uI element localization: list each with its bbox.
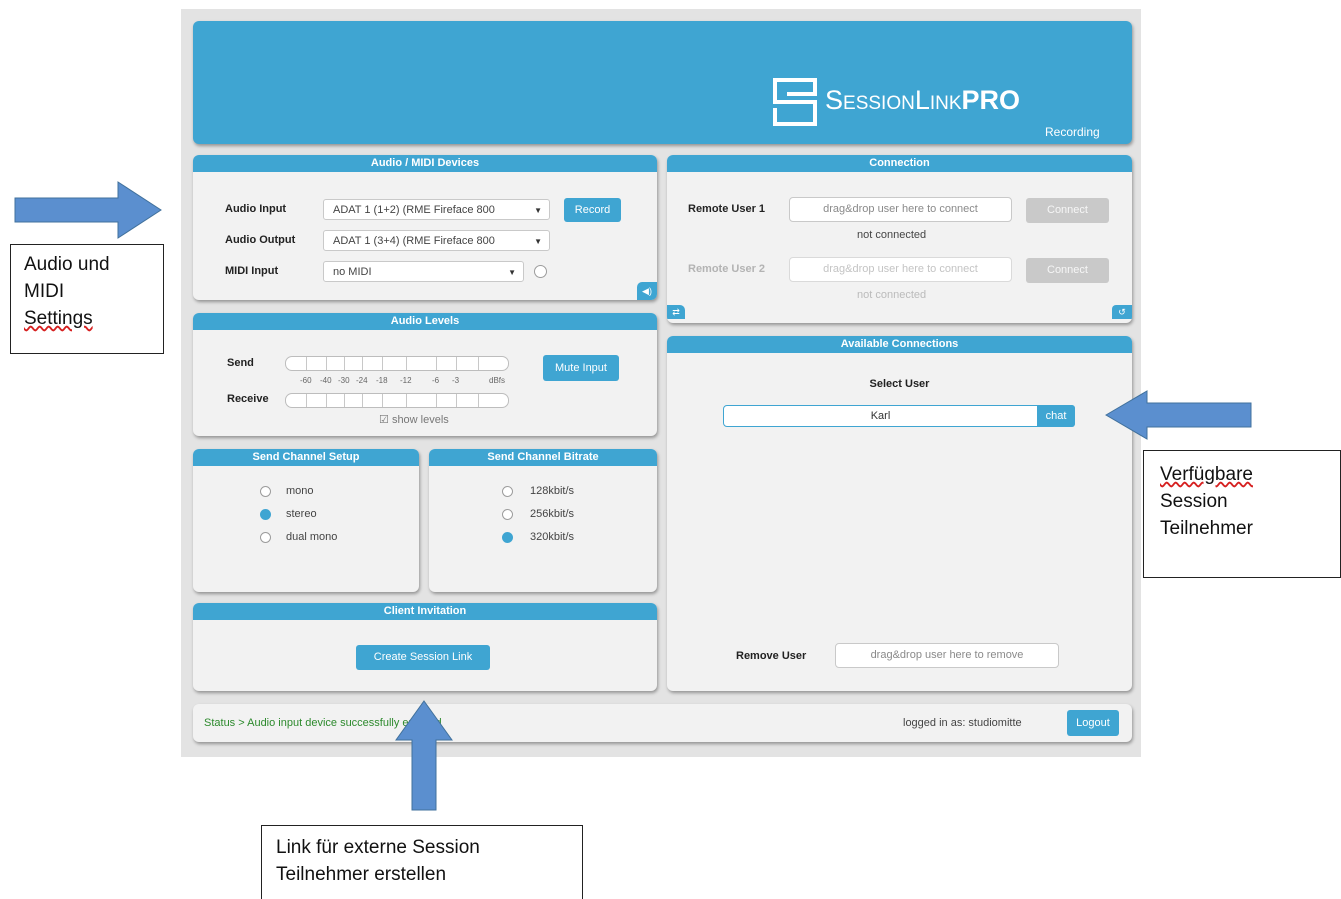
note-audio-midi: Audio und MIDI Settings: [10, 244, 164, 354]
show-levels-checkbox[interactable]: ☑ show levels: [379, 413, 449, 426]
user-name: Karl: [870, 410, 891, 422]
scale-label: dBfs: [489, 376, 506, 385]
chevron-down-icon: ▼: [534, 237, 542, 246]
midi-input-select[interactable]: no MIDI ▼: [323, 261, 524, 282]
show-levels-label: show levels: [391, 414, 449, 426]
status-bar: Status > Audio input device successfully…: [193, 704, 1132, 742]
radio-icon: [502, 486, 513, 497]
select-user-label: Select User: [869, 378, 930, 390]
scale-label: -40: [320, 376, 332, 385]
note-available: Verfügbare Session Teilnehmer: [1143, 450, 1341, 578]
levels-panel: Audio Levels Send -60 -40 -30 -24 -18 -1…: [193, 313, 657, 436]
devices-panel: Audio / MIDI Devices Audio Input ADAT 1 …: [193, 155, 657, 300]
remove-user-label: Remove User: [736, 650, 807, 662]
checkbox-checked-icon: ☑: [379, 414, 389, 426]
scale-label: -6: [432, 376, 440, 385]
levels-title: Audio Levels: [193, 313, 657, 330]
radio-icon: [260, 486, 271, 497]
bitrate-panel: Send Channel Bitrate 128kbit/s 256kbit/s…: [429, 449, 657, 592]
remove-user-dropzone[interactable]: drag&drop user here to remove: [835, 643, 1059, 668]
arrow-left-icon: [1105, 390, 1252, 440]
midi-activity-indicator: [534, 265, 547, 278]
connection-title: Connection: [667, 155, 1132, 172]
note-link: Link für externe Session Teilnehmer erst…: [261, 825, 583, 899]
audio-input-label: Audio Input: [225, 203, 287, 215]
available-panel: Available Connections Select User Karl c…: [667, 336, 1132, 691]
devices-title: Audio / MIDI Devices: [193, 155, 657, 172]
radio-selected-icon: [502, 532, 513, 543]
scale-label: -60: [300, 376, 312, 385]
channel-setup-panel: Send Channel Setup mono stereo dual mono: [193, 449, 419, 592]
scale-label: -3: [452, 376, 460, 385]
audio-output-label: Audio Output: [225, 234, 296, 246]
send-label: Send: [227, 357, 254, 369]
logo-mark: [773, 78, 817, 126]
scale-label: -12: [400, 376, 412, 385]
remote-user-1-dropzone[interactable]: drag&drop user here to connect: [789, 197, 1012, 222]
arrow-right-icon: [14, 181, 162, 239]
app-header: SESSIONLINKPRO Recording: [193, 21, 1132, 144]
invitation-title: Client Invitation: [193, 603, 657, 620]
logo-text: SESSIONLINKPRO: [825, 85, 1021, 115]
swap-icon[interactable]: ⇄: [667, 305, 685, 319]
invitation-panel: Client Invitation Create Session Link: [193, 603, 657, 691]
scale-label: -18: [376, 376, 388, 385]
remote-user-2-dropzone[interactable]: drag&drop user here to connect: [789, 257, 1012, 282]
send-meter: [285, 356, 509, 371]
meter-scale: -60 -40 -30 -24 -18 -12 -6 -3 dBfs: [285, 376, 545, 386]
scale-label: -24: [356, 376, 368, 385]
logout-button[interactable]: Logout: [1067, 710, 1119, 736]
arrow-up-icon: [395, 700, 453, 811]
chat-button[interactable]: chat: [1037, 405, 1075, 427]
bitrate-title: Send Channel Bitrate: [429, 449, 657, 466]
audio-output-select[interactable]: ADAT 1 (3+4) (RME Fireface 800 ▼: [323, 230, 550, 251]
connection-panel: Connection Remote User 1 drag&drop user …: [667, 155, 1132, 323]
mute-input-button[interactable]: Mute Input: [543, 355, 619, 381]
radio-icon: [502, 509, 513, 520]
available-title: Available Connections: [667, 336, 1132, 353]
scale-label: -30: [338, 376, 350, 385]
record-button[interactable]: Record: [564, 198, 621, 222]
midi-input-label: MIDI Input: [225, 265, 279, 277]
remote-user-1-status: not connected: [857, 229, 927, 241]
create-session-link-button[interactable]: Create Session Link: [356, 645, 490, 670]
remote-user-2-status: not connected: [857, 289, 927, 301]
chevron-down-icon: ▼: [508, 268, 516, 277]
chevron-down-icon: ▼: [534, 206, 542, 215]
logo-subtitle: Recording: [1045, 125, 1100, 139]
connect-button-1[interactable]: Connect: [1026, 198, 1109, 223]
audio-input-select[interactable]: ADAT 1 (1+2) (RME Fireface 800 ▼: [323, 199, 550, 220]
remote-user-2-label: Remote User 2: [688, 263, 766, 275]
connect-button-2[interactable]: Connect: [1026, 258, 1109, 283]
reset-icon[interactable]: ↺: [1112, 305, 1132, 319]
user-list-item[interactable]: Karl chat: [723, 405, 1075, 427]
receive-label: Receive: [227, 393, 269, 405]
logged-in-text: logged in as: studiomitte: [903, 717, 1022, 729]
channel-setup-title: Send Channel Setup: [193, 449, 419, 466]
receive-meter: [285, 393, 509, 408]
radio-icon: [260, 532, 271, 543]
remote-user-1-label: Remote User 1: [688, 203, 766, 215]
radio-selected-icon: [260, 509, 271, 520]
speaker-icon[interactable]: ◀): [637, 282, 657, 300]
